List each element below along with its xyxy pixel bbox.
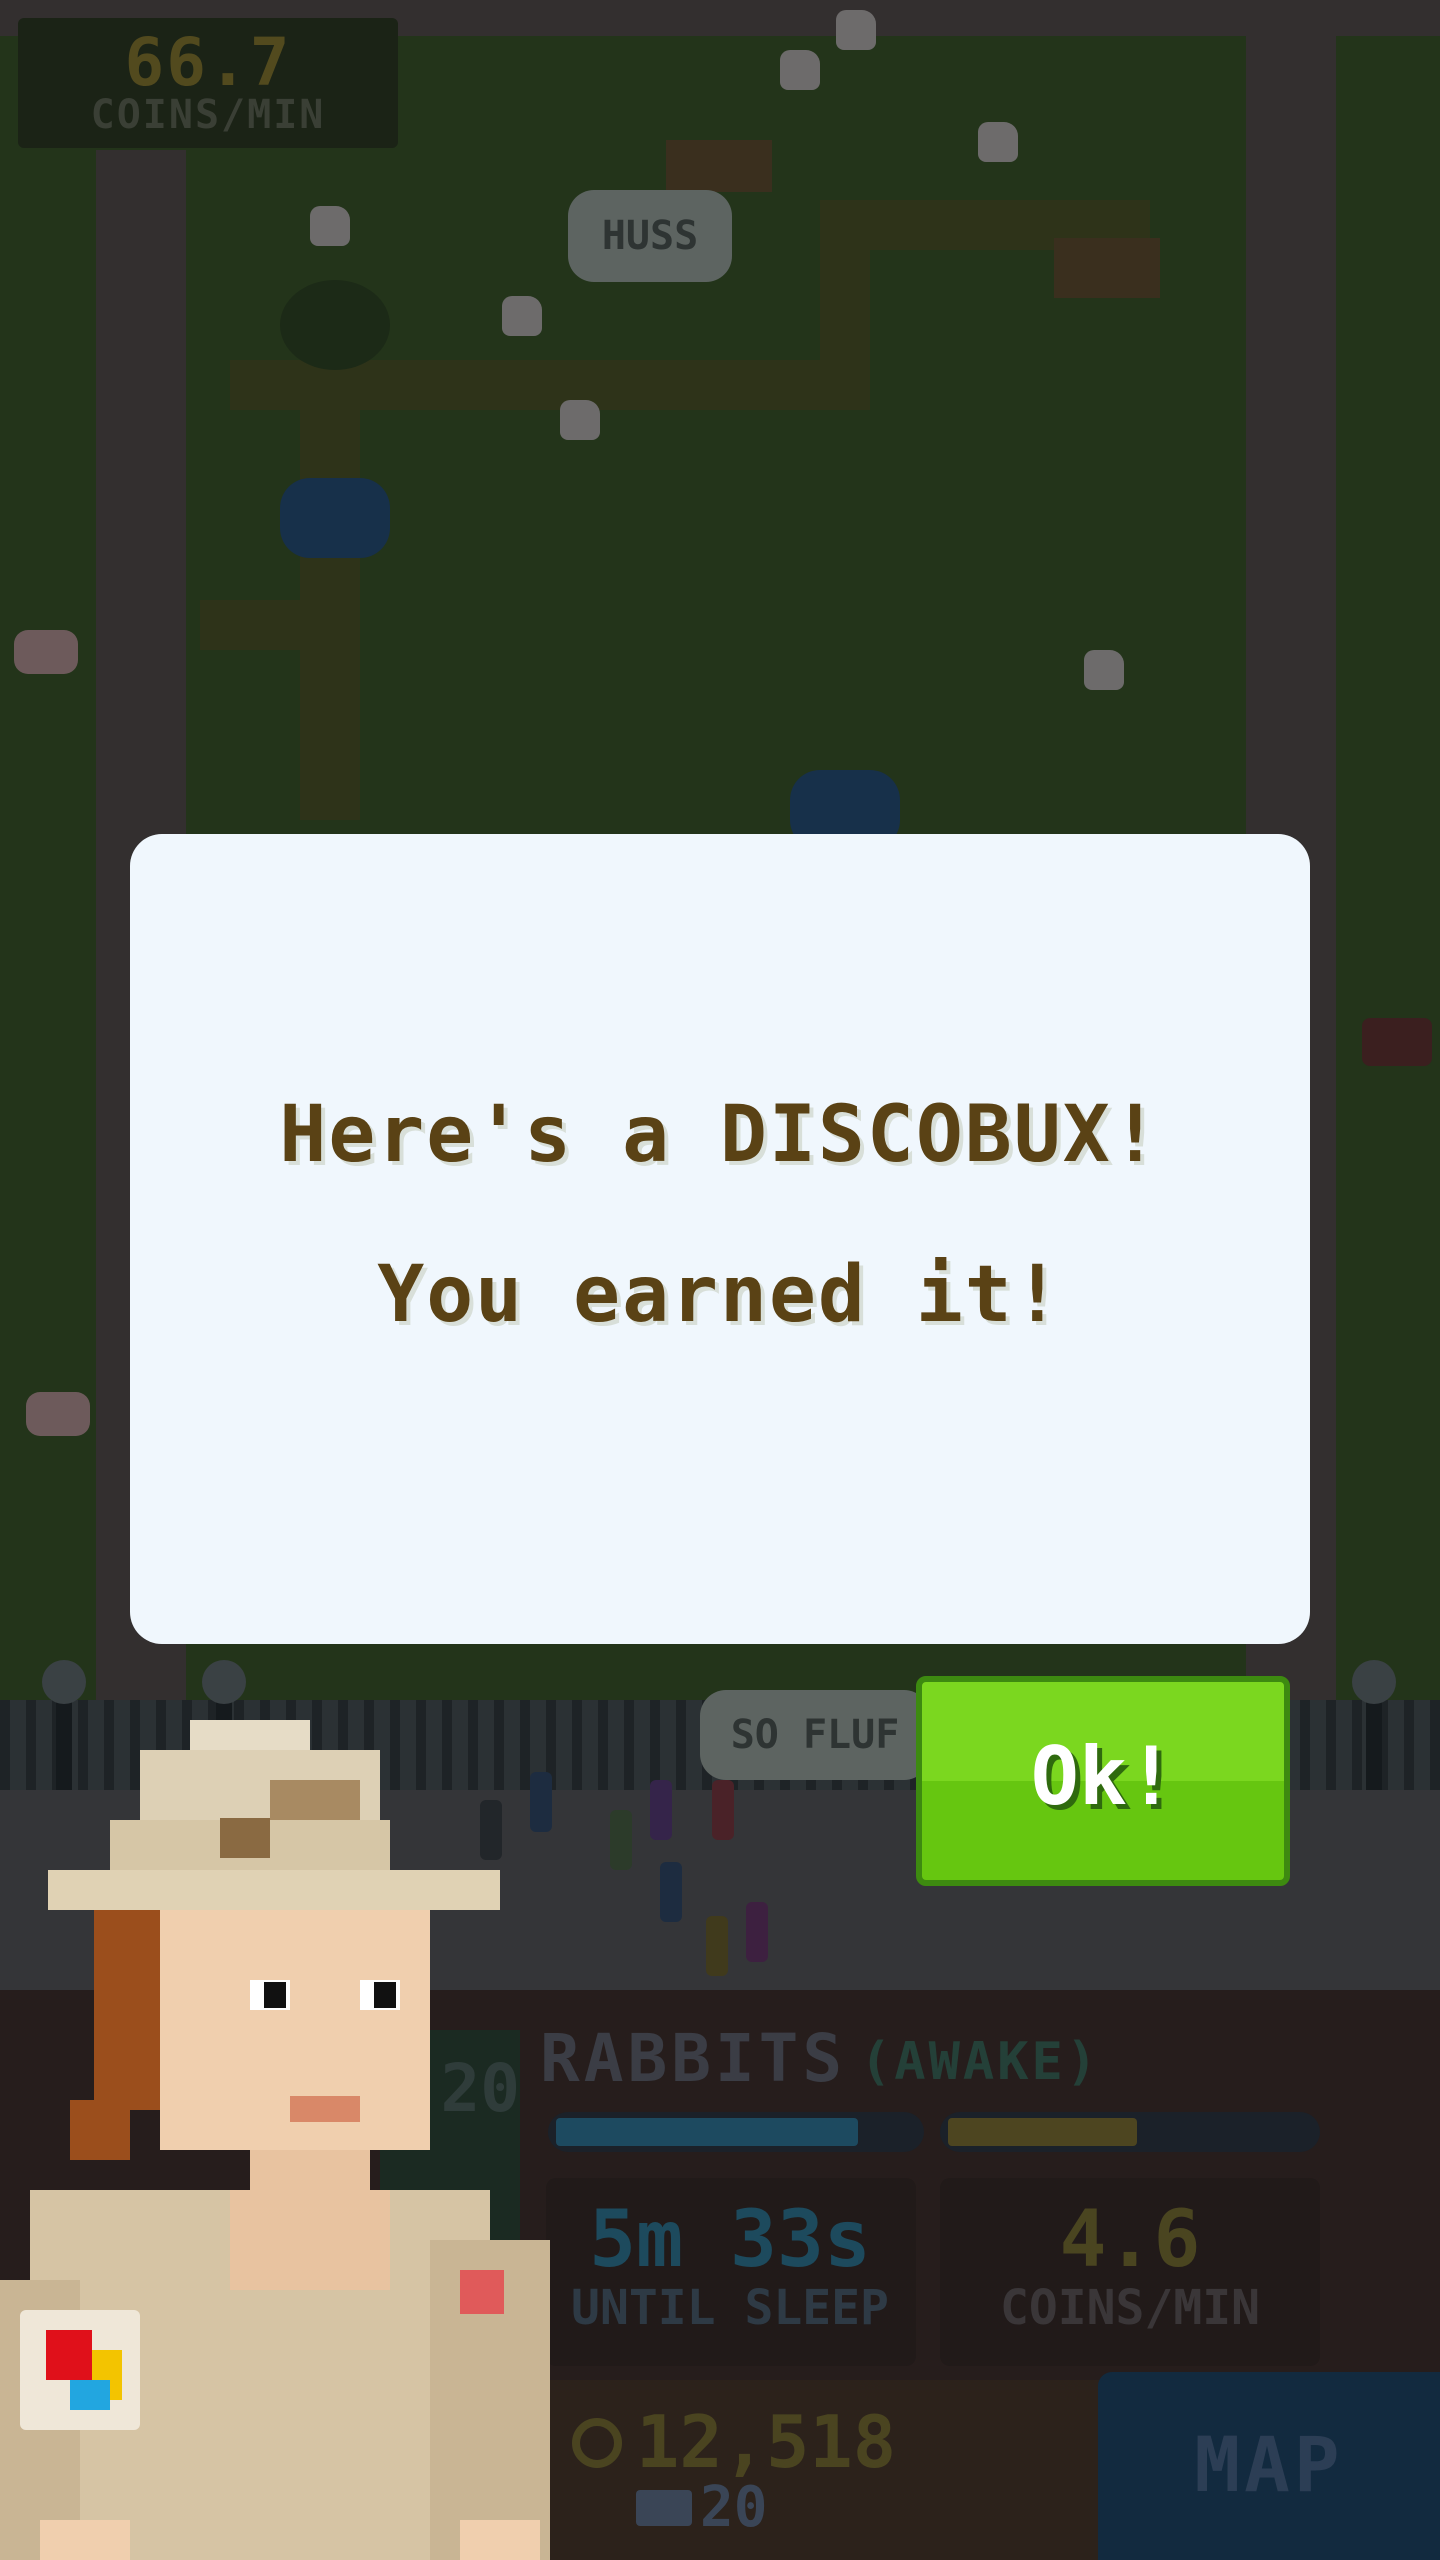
hair: [70, 2100, 130, 2160]
pig: [14, 630, 78, 674]
sleep-countdown-label: UNTIL SLEEP: [571, 2280, 889, 2336]
speech-bubble: SO FLUF: [700, 1690, 930, 1780]
shoulder-patch: [460, 2270, 504, 2314]
dialog-message-title: Here's a DISCOBUX!: [279, 1090, 1161, 1180]
map-button-label[interactable]: MAP: [1098, 2420, 1440, 2509]
pig: [26, 1392, 90, 1436]
coin-bar-fill: [948, 2118, 1137, 2146]
visitor: [712, 1780, 734, 1840]
eye-pupil: [264, 1982, 286, 2008]
pond: [280, 478, 390, 558]
discobux-count: 20: [700, 2475, 768, 2540]
street-lamp-light: [202, 1660, 246, 1704]
exhibit-income-value: 4.6: [1059, 2195, 1201, 2285]
ok-button-label[interactable]: Ok!: [916, 1730, 1290, 1823]
coin-total: 12,518: [636, 2400, 897, 2484]
rabbit: [560, 400, 600, 440]
rabbit: [502, 296, 542, 336]
collar-opening: [230, 2190, 390, 2290]
eye-pupil: [374, 1982, 396, 2008]
discobux-icon: [636, 2490, 692, 2526]
rabbit: [1084, 650, 1124, 690]
rabbit: [978, 122, 1018, 162]
visitor: [650, 1780, 672, 1840]
hat-band: [220, 1818, 270, 1858]
hat-band: [270, 1780, 360, 1820]
visitor: [610, 1810, 632, 1870]
speech-bubble: HUSS: [568, 190, 732, 282]
hand: [460, 2520, 540, 2560]
hand: [40, 2520, 130, 2560]
exhibit-state: (AWAKE): [860, 2032, 1101, 2092]
street-lamp-light: [42, 1660, 86, 1704]
rabbit: [836, 10, 876, 50]
visitor: [746, 1902, 768, 1962]
dialog-message-body: You earned it!: [377, 1250, 1063, 1340]
coin-bar: [940, 2112, 1320, 2152]
dirt-path: [200, 600, 360, 650]
badge-red: [46, 2330, 92, 2380]
pond: [790, 770, 900, 850]
hat-brim: [48, 1870, 500, 1910]
reward-dialog: [136, 840, 1304, 1638]
tree: [280, 280, 390, 370]
sleep-countdown: 5m 33s: [589, 2195, 871, 2285]
energy-bar-fill: [556, 2118, 858, 2146]
visitor: [706, 1916, 728, 1976]
hay-bale: [1054, 238, 1160, 298]
zoo-income-value: 66.7: [124, 24, 292, 101]
rabbit: [780, 50, 820, 90]
badge-blue: [70, 2380, 110, 2410]
zoo-income-unit: COINS/MIN: [90, 92, 326, 138]
mouth: [290, 2096, 360, 2122]
dirt-path: [820, 230, 870, 400]
zookeeper-character: [0, 1720, 560, 2560]
visitor: [660, 1862, 682, 1922]
rabbit: [310, 206, 350, 246]
coin-icon: [572, 2418, 622, 2468]
hay-bale: [666, 140, 772, 192]
street-lamp-light: [1352, 1660, 1396, 1704]
energy-bar: [548, 2112, 924, 2152]
exhibit-name: RABBITS: [540, 2020, 847, 2097]
exhibit-income-label: COINS/MIN: [999, 2280, 1261, 2336]
horse: [1362, 1018, 1432, 1066]
